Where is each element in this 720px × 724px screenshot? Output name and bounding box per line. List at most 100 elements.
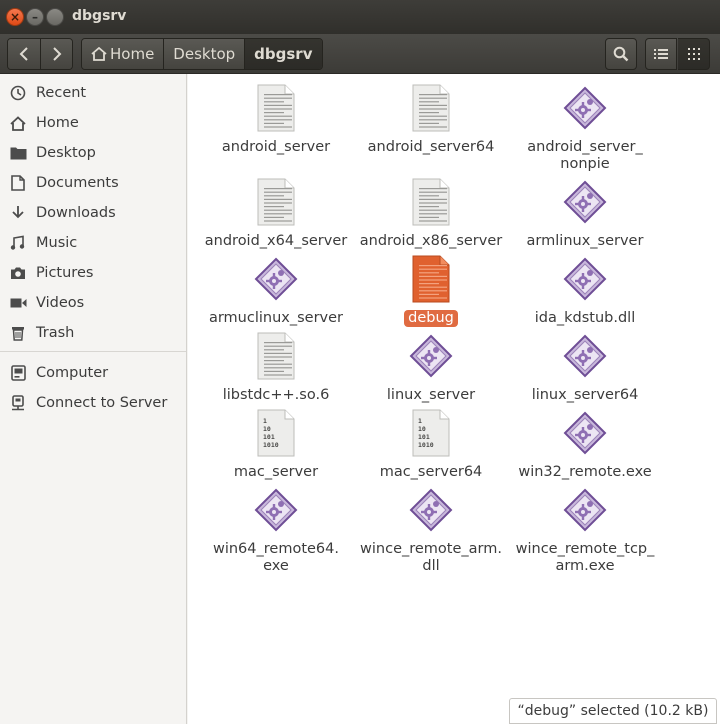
file-view: android_server android_server64 android_…	[188, 74, 720, 724]
trash-icon	[9, 324, 27, 342]
sidebar-item-label: Downloads	[36, 205, 116, 221]
file-item[interactable]: android_server	[199, 82, 353, 156]
close-window-button[interactable]: ×	[6, 8, 24, 26]
list-view-icon	[654, 49, 668, 59]
sidebar-item-connect-to-server[interactable]: Connect to Server	[0, 389, 186, 417]
search-icon	[613, 46, 629, 62]
sidebar-item-label: Home	[36, 115, 79, 131]
file-name-label: win64_remote64. exe	[212, 541, 339, 574]
file-item[interactable]: wince_remote_tcp_ arm.exe	[508, 484, 662, 575]
file-name-label: debug	[404, 310, 458, 327]
sidebar: Recent Home Desktop Documents Downloads …	[0, 74, 187, 724]
grid-view-icon	[687, 48, 700, 60]
svg-text:101: 101	[418, 433, 430, 441]
title-bar: × – dbgsrv	[0, 0, 720, 34]
file-name-label: armuclinux_server	[208, 310, 344, 326]
file-item[interactable]: ida_kdstub.dll	[508, 253, 662, 327]
sidebar-item-documents[interactable]: Documents	[0, 169, 186, 197]
file-name-label: wince_remote_tcp_ arm.exe	[515, 541, 655, 574]
file-item[interactable]: android_x64_server	[199, 176, 353, 250]
file-name-label: win32_remote.exe	[518, 464, 652, 480]
sidebar-item-downloads[interactable]: Downloads	[0, 199, 186, 227]
sidebar-item-recent[interactable]: Recent	[0, 79, 186, 107]
file-name-label: linux_server	[386, 387, 476, 403]
sidebar-item-label: Music	[36, 235, 78, 251]
document-icon	[9, 174, 27, 192]
sidebar-item-label: Recent	[36, 85, 87, 101]
search-button[interactable]	[605, 38, 637, 70]
svg-text:1: 1	[263, 417, 267, 425]
window-title: dbgsrv	[72, 8, 127, 24]
file-item[interactable]: android_server64	[354, 82, 508, 156]
file-item[interactable]: 1 10 101 1010 mac_server	[199, 407, 353, 481]
computer-icon	[9, 364, 27, 382]
file-item[interactable]: android_x86_server	[354, 176, 508, 250]
file-item[interactable]: debug	[354, 253, 508, 327]
executable-file-icon	[407, 484, 455, 536]
file-item[interactable]: linux_server	[354, 330, 508, 404]
file-item[interactable]: android_server_ nonpie	[508, 82, 662, 173]
navigation-buttons	[7, 38, 73, 70]
file-item[interactable]: libstdc++.so.6	[199, 330, 353, 404]
file-name-label: linux_server64	[531, 387, 639, 403]
folder-icon	[9, 144, 27, 162]
sidebar-item-music[interactable]: Music	[0, 229, 186, 257]
home-icon	[9, 114, 27, 132]
back-button[interactable]	[8, 39, 40, 69]
chevron-right-icon	[52, 47, 61, 61]
sidebar-item-desktop[interactable]: Desktop	[0, 139, 186, 167]
toolbar: Home Desktop dbgsrv	[0, 34, 720, 74]
sidebar-item-videos[interactable]: Videos	[0, 289, 186, 317]
minimize-window-button[interactable]: –	[26, 8, 44, 26]
executable-file-icon	[561, 176, 609, 228]
svg-text:1010: 1010	[263, 441, 279, 449]
clock-icon	[9, 84, 27, 102]
sidebar-item-trash[interactable]: Trash	[0, 319, 186, 347]
file-item[interactable]: armuclinux_server	[199, 253, 353, 327]
breadcrumb-desktop[interactable]: Desktop	[163, 39, 245, 69]
file-name-label: libstdc++.so.6	[222, 387, 330, 403]
executable-file-icon	[561, 484, 609, 536]
text-file-icon	[407, 253, 455, 305]
breadcrumb-home[interactable]: Home	[82, 39, 164, 69]
sidebar-item-home[interactable]: Home	[0, 109, 186, 137]
file-item[interactable]: wince_remote_arm. dll	[354, 484, 508, 575]
status-text: “debug” selected (10.2 kB)	[517, 703, 709, 719]
text-file-icon	[407, 82, 455, 134]
sidebar-item-label: Pictures	[36, 265, 94, 281]
sidebar-item-label: Connect to Server	[36, 395, 168, 411]
svg-text:10: 10	[418, 425, 426, 433]
file-item[interactable]: win32_remote.exe	[508, 407, 662, 481]
breadcrumb-dbgsrv-label: dbgsrv	[254, 45, 313, 63]
file-name-label: android_server	[221, 139, 331, 155]
sidebar-divider	[0, 351, 186, 352]
file-item[interactable]: win64_remote64. exe	[199, 484, 353, 575]
breadcrumb: Home Desktop dbgsrv	[81, 38, 323, 70]
file-name-label: ida_kdstub.dll	[534, 310, 636, 326]
executable-file-icon	[561, 330, 609, 382]
sidebar-item-label: Computer	[36, 365, 109, 381]
status-bar: “debug” selected (10.2 kB)	[509, 698, 717, 724]
text-file-icon	[252, 330, 300, 382]
sidebar-item-pictures[interactable]: Pictures	[0, 259, 186, 287]
maximize-window-button[interactable]	[46, 8, 64, 26]
grid-view-button[interactable]	[678, 38, 710, 70]
file-name-label: wince_remote_arm. dll	[360, 541, 502, 574]
video-icon	[9, 294, 27, 312]
svg-text:101: 101	[263, 433, 275, 441]
svg-text:1: 1	[418, 417, 422, 425]
sidebar-item-computer[interactable]: Computer	[0, 359, 186, 387]
breadcrumb-dbgsrv[interactable]: dbgsrv	[244, 39, 322, 69]
executable-file-icon	[561, 253, 609, 305]
file-item[interactable]: linux_server64	[508, 330, 662, 404]
file-item[interactable]: 1 10 101 1010 mac_server64	[354, 407, 508, 481]
forward-button[interactable]	[40, 39, 72, 69]
executable-file-icon	[407, 330, 455, 382]
executable-file-icon	[561, 407, 609, 459]
breadcrumb-desktop-label: Desktop	[173, 45, 236, 63]
sidebar-item-label: Documents	[36, 175, 119, 191]
file-item[interactable]: armlinux_server	[508, 176, 662, 250]
breadcrumb-home-label: Home	[110, 45, 155, 63]
file-name-label: android_server_ nonpie	[527, 139, 643, 172]
list-view-button[interactable]	[645, 38, 677, 70]
